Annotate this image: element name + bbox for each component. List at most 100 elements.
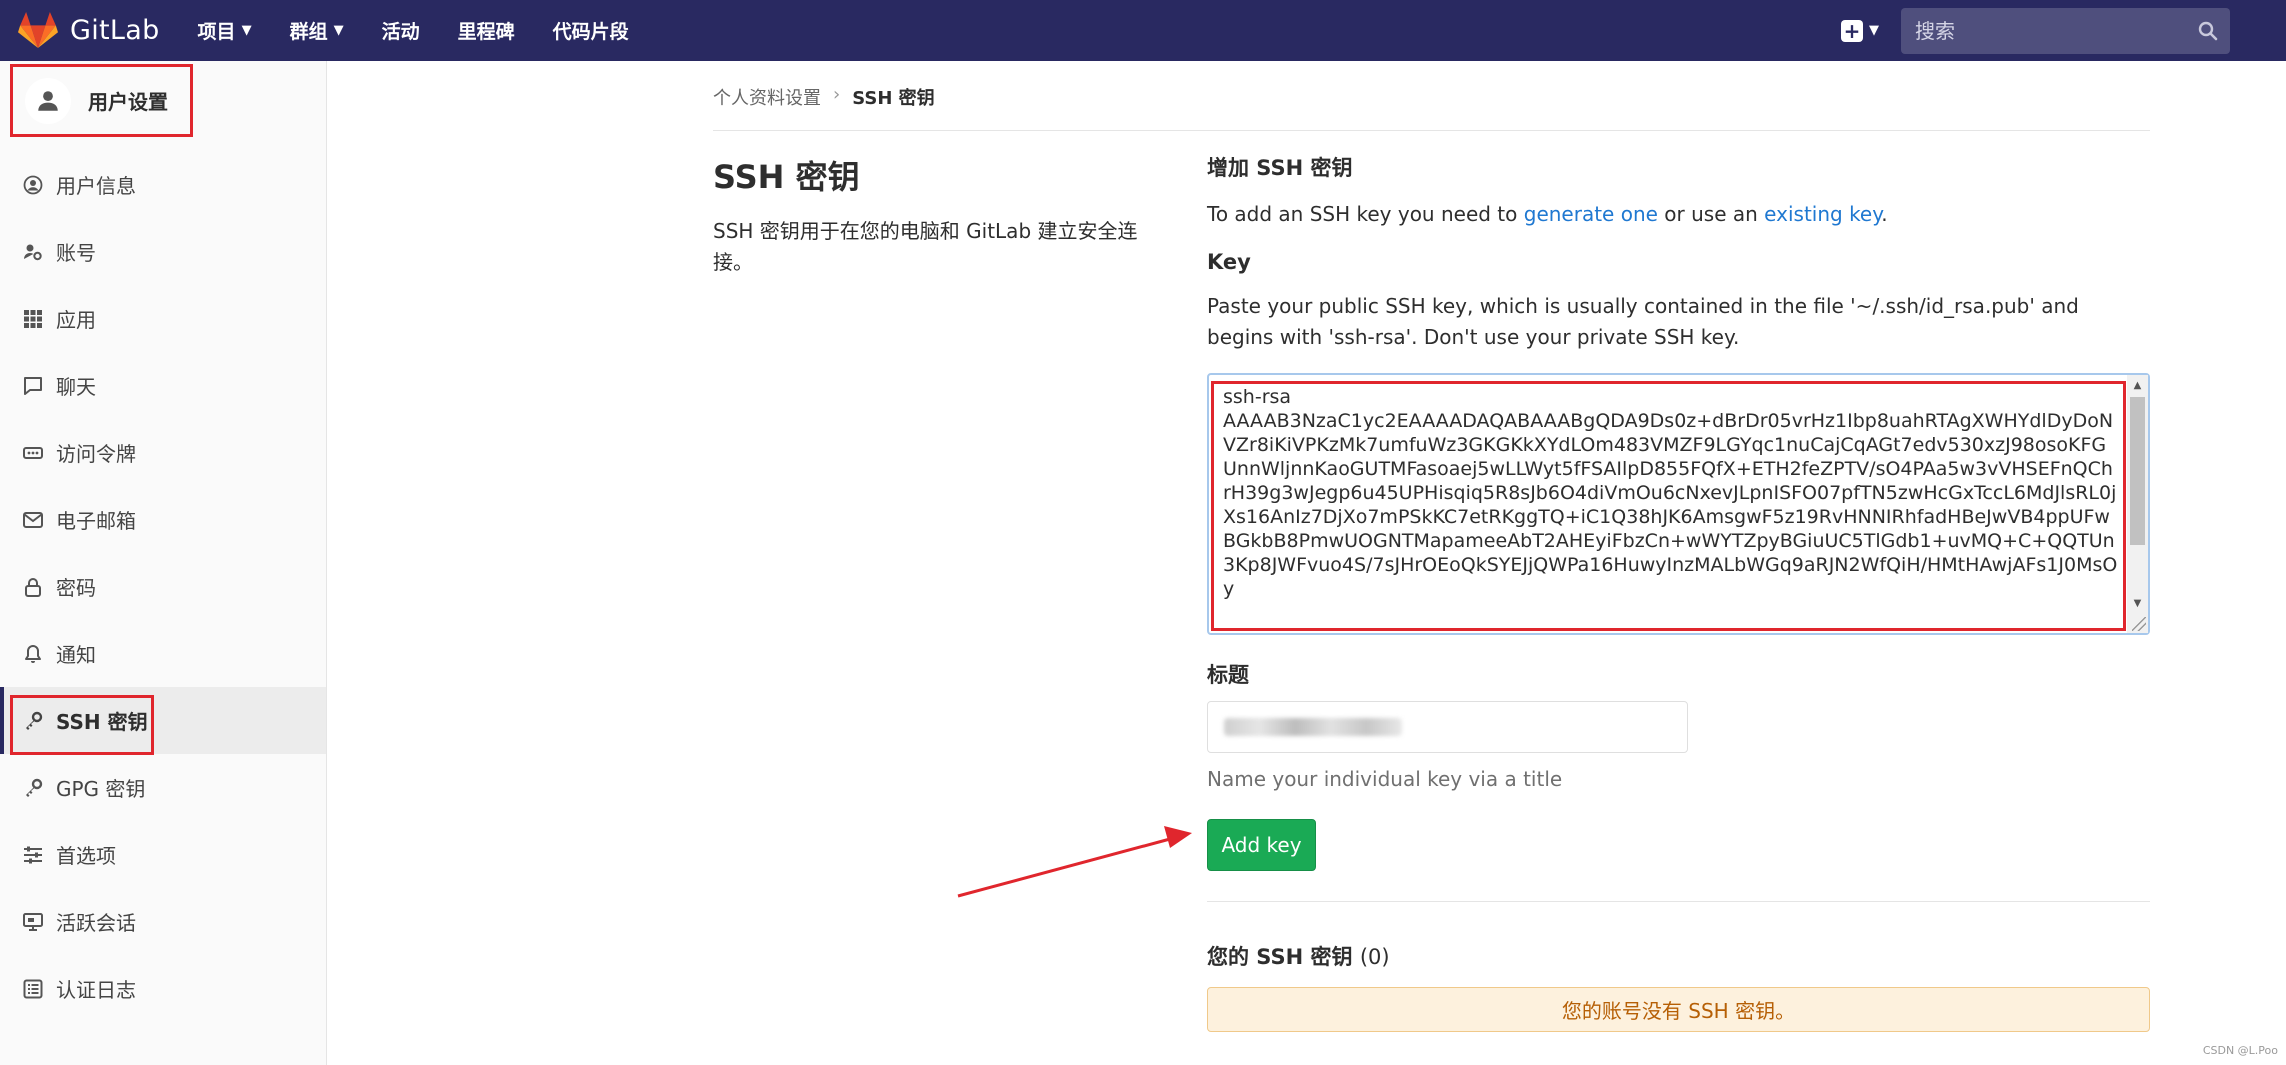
sidebar-item-label: 首选项 [56, 844, 116, 868]
add-key-button[interactable]: Add key [1207, 819, 1316, 871]
sidebar-item-label: 认证日志 [56, 978, 136, 1002]
blurred-title-value [1224, 718, 1402, 736]
sidebar-item-label: 用户信息 [56, 174, 136, 198]
new-dropdown-button[interactable]: + ▼ [1841, 19, 1879, 42]
title-help-text: Name your individual key via a title [1207, 767, 1563, 791]
sidebar-item-auth-log[interactable]: 认证日志 [0, 955, 326, 1022]
account-gears-icon [22, 241, 44, 263]
applications-grid-icon [22, 308, 44, 330]
watermark: CSDN @L.Poo [2202, 1044, 2278, 1057]
sidebar-item-preferences[interactable]: 首选项 [0, 821, 326, 888]
search-icon[interactable] [2198, 21, 2218, 41]
sidebar-item-ssh-keys[interactable]: SSH 密钥 [0, 687, 326, 755]
sidebar-item-account[interactable]: 账号 [0, 218, 326, 285]
key-textarea[interactable]: ssh-rsa AAAAB3NzaC1yc2EAAAADAQABAAABgQDA… [1207, 373, 2150, 635]
scroll-up-icon[interactable]: ▲ [2127, 377, 2148, 395]
avatar [25, 77, 71, 124]
chat-bubble-icon [22, 375, 44, 397]
key-icon [22, 777, 44, 799]
help-text: or use an [1657, 202, 1765, 226]
nav-groups[interactable]: 群组 ▼ [290, 17, 344, 44]
sidebar-item-password[interactable]: 密码 [0, 553, 326, 620]
nav-milestones[interactable]: 里程碑 [458, 17, 515, 44]
section-divider [1207, 901, 2150, 902]
key-textarea-value[interactable]: ssh-rsa AAAAB3NzaC1yc2EAAAADAQABAAABgQDA… [1223, 385, 2118, 627]
sidebar-item-emails[interactable]: 电子邮箱 [0, 486, 326, 553]
lock-icon [22, 576, 44, 598]
sidebar-item-label: 电子邮箱 [56, 509, 136, 533]
key-description: Paste your public SSH key, which is usua… [1207, 294, 2079, 349]
generate-one-link[interactable]: generate one [1524, 202, 1658, 226]
nav-activity[interactable]: 活动 [382, 17, 420, 44]
search-box [1901, 7, 2230, 54]
settings-sidebar: 用户设置 用户信息 账号 应用 聊天 访问令牌 电子邮箱 密码 通知 SSH 密… [0, 61, 327, 1065]
sidebar-list: 用户信息 账号 应用 聊天 访问令牌 电子邮箱 密码 通知 SSH 密钥 GPG… [0, 151, 326, 1022]
gitlab-logo-icon [18, 11, 58, 48]
sidebar-title: 用户设置 [88, 90, 168, 114]
sidebar-item-chat[interactable]: 聊天 [0, 352, 326, 419]
mail-icon [22, 509, 44, 531]
chevron-right-icon: › [833, 84, 841, 105]
gitlab-home-link[interactable]: GitLab [18, 11, 160, 50]
sidebar-item-label: 聊天 [56, 375, 96, 399]
existing-key-link[interactable]: existing key [1764, 202, 1881, 226]
scroll-thumb[interactable] [2130, 397, 2145, 545]
page-title: SSH 密钥 [713, 158, 860, 196]
annotation-highlight-box [10, 695, 154, 755]
nav-projects-label: 项目 [197, 21, 236, 43]
sidebar-header[interactable]: 用户设置 [10, 64, 193, 137]
token-icon [22, 442, 44, 464]
plus-icon: + [1841, 19, 1863, 42]
add-ssh-key-form: 增加 SSH 密钥 To add an SSH key you need to … [1207, 152, 2150, 1032]
textarea-scrollbar[interactable]: ▲ ▼ [2127, 375, 2148, 633]
search-input[interactable] [1915, 18, 2198, 43]
chevron-down-icon: ▼ [241, 23, 252, 38]
page-intro: SSH 密钥 SSH 密钥用于在您的电脑和 GitLab 建立安全连接。 [713, 152, 1153, 278]
sidebar-item-label: 密码 [56, 576, 96, 600]
add-key-section-title: 增加 SSH 密钥 [1207, 156, 1353, 180]
nav-snippets[interactable]: 代码片段 [553, 17, 629, 44]
nav-activity-label: 活动 [381, 21, 420, 43]
your-keys-title: 您的 SSH 密钥 (0) [1207, 941, 2150, 971]
sidebar-item-active-sessions[interactable]: 活跃会话 [0, 888, 326, 955]
add-key-help: To add an SSH key you need to generate o… [1207, 202, 2150, 226]
page-description: SSH 密钥用于在您的电脑和 GitLab 建立安全连接。 [713, 219, 1138, 274]
resize-grip-icon[interactable] [2132, 617, 2146, 631]
sidebar-item-label: GPG 密钥 [56, 777, 146, 801]
list-icon [22, 978, 44, 1000]
sidebar-item-profile[interactable]: 用户信息 [0, 151, 326, 218]
scroll-down-icon[interactable]: ▼ [2127, 595, 2148, 613]
nav-projects[interactable]: 项目 ▼ [198, 17, 252, 44]
nav-milestones-label: 里程碑 [457, 21, 515, 43]
nav-menu: 项目 ▼ 群组 ▼ 活动 里程碑 代码片段 [198, 17, 667, 44]
your-keys-count: (0) [1359, 945, 1390, 969]
no-keys-alert: 您的账号没有 SSH 密钥。 [1207, 987, 2150, 1032]
sidebar-item-label: 通知 [56, 643, 96, 667]
title-input[interactable] [1207, 701, 1688, 753]
sidebar-item-notifications[interactable]: 通知 [0, 620, 326, 687]
sidebar-item-access-tokens[interactable]: 访问令牌 [0, 419, 326, 486]
your-keys-title-text: 您的 SSH 密钥 [1207, 945, 1353, 969]
sidebar-item-applications[interactable]: 应用 [0, 285, 326, 352]
nav-groups-label: 群组 [289, 21, 328, 43]
sidebar-item-label: 访问令牌 [56, 442, 136, 466]
monitor-icon [22, 911, 44, 933]
user-icon [38, 90, 58, 111]
help-text: To add an SSH key you need to [1207, 202, 1524, 226]
key-label: Key [1207, 250, 1251, 274]
sidebar-item-label: 活跃会话 [56, 911, 136, 935]
bell-icon [22, 643, 44, 665]
title-label: 标题 [1207, 663, 1249, 687]
chevron-down-icon: ▼ [333, 23, 344, 38]
user-circle-icon [22, 174, 44, 196]
nav-right: + ▼ [1841, 7, 2286, 54]
breadcrumb: 个人资料设置 › SSH 密钥 [713, 84, 2150, 131]
sliders-icon [22, 844, 44, 866]
chevron-down-icon: ▼ [1869, 23, 1879, 38]
sidebar-item-gpg-keys[interactable]: GPG 密钥 [0, 754, 326, 821]
breadcrumb-current[interactable]: SSH 密钥 [852, 84, 934, 110]
breadcrumb-profile-settings[interactable]: 个人资料设置 [713, 84, 821, 110]
top-navbar: GitLab 项目 ▼ 群组 ▼ 活动 里程碑 代码片段 + ▼ [0, 0, 2286, 61]
sidebar-item-label: 应用 [56, 308, 96, 332]
brand-name: GitLab [70, 15, 160, 46]
